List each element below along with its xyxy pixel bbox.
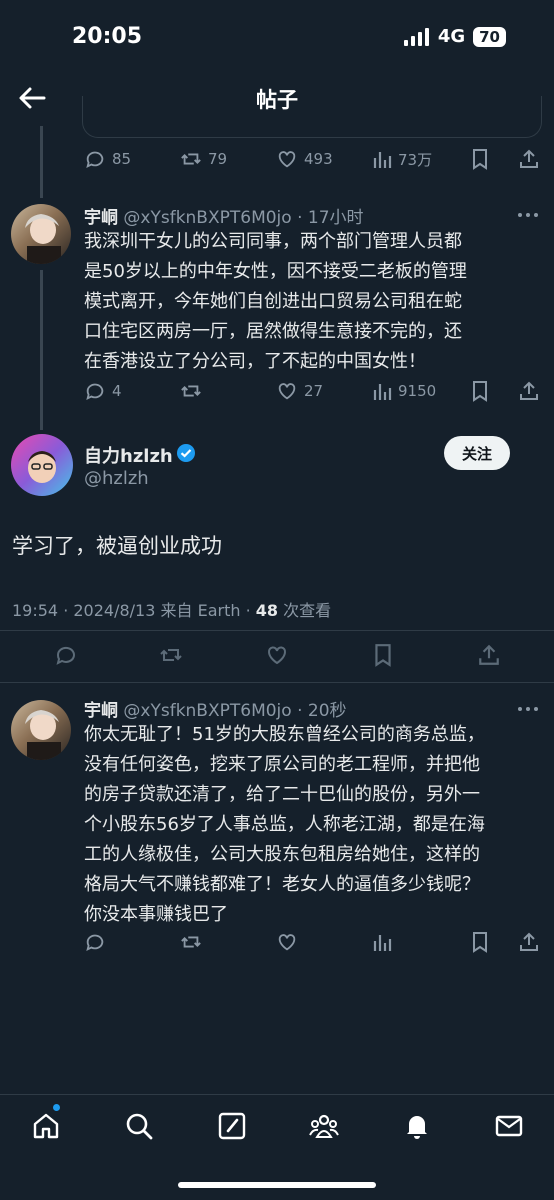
search-icon[interactable]	[124, 1111, 154, 1141]
text-line: 格局大气不赚钱都难了！老女人的逼值多少钱呢？	[84, 874, 480, 895]
retweet-icon	[181, 385, 201, 397]
divider	[0, 682, 554, 683]
text-line: 工的人缘极佳，公司大股东包租房给她住，这样的	[84, 844, 480, 865]
reply2-text: 你太无耻了！51岁的大股东曾经公司的商务总监， 没有任何姿色，挖来了原公司的老工…	[84, 720, 485, 930]
share-icon[interactable]	[518, 931, 540, 953]
communities-icon[interactable]	[309, 1111, 339, 1141]
text-line: 你没本事赚钱巴了	[84, 904, 228, 925]
reply1-header: 宇峒 @xYsfknBXPT6M0jo · 17小时	[84, 203, 364, 228]
reply-count: 85	[112, 150, 132, 168]
bookmark-icon[interactable]	[470, 148, 490, 170]
reply-icon	[86, 383, 104, 401]
status-indicators: 4G 70	[403, 26, 506, 47]
retweet-button[interactable]: 79	[180, 148, 227, 170]
thread-line	[40, 270, 43, 430]
main-tweet-name-row: 自力hzlzh	[84, 442, 173, 468]
thread-line	[40, 126, 43, 198]
heart-icon[interactable]	[265, 643, 289, 667]
retweet-icon	[181, 153, 201, 165]
status-time: 20:05	[72, 24, 143, 49]
text-line: 的房子贷款还清了，给了二十巴仙的股份，另外一	[84, 784, 480, 805]
more-options-icon[interactable]	[516, 697, 540, 721]
views-count: 73万	[398, 150, 433, 169]
like-count: 493	[304, 150, 333, 168]
retweet-button[interactable]	[180, 380, 202, 402]
reply-button[interactable]: 4	[84, 380, 122, 402]
heart-icon[interactable]	[276, 931, 298, 953]
user-handle-time[interactable]: @xYsfknBXPT6M0jo · 17小时	[123, 208, 363, 228]
retweet-count: 79	[208, 150, 228, 168]
home-icon[interactable]	[31, 1111, 61, 1141]
avatar[interactable]	[11, 204, 71, 264]
user-name[interactable]: 宇峒	[84, 701, 118, 721]
text-line: 个小股东56岁了人事总监，人称老江湖，都是在海	[84, 814, 485, 835]
signal-icon	[403, 27, 429, 46]
like-count: 27	[304, 382, 324, 400]
text-line: 是50岁以上的中年女性，因不接受二老板的管理	[84, 261, 467, 282]
retweet-icon[interactable]	[180, 931, 202, 953]
main-tweet-text: 学习了，被逼创业成功	[12, 534, 222, 558]
view-count: 48	[255, 601, 279, 620]
like-button[interactable]: 493	[276, 148, 333, 170]
new-content-indicator	[53, 1104, 60, 1111]
home-indicator[interactable]	[178, 1182, 376, 1188]
battery-level: 70	[473, 26, 506, 47]
divider	[0, 630, 554, 631]
reply-icon[interactable]	[84, 931, 106, 953]
reply-count: 4	[112, 382, 122, 400]
avatar[interactable]	[11, 434, 73, 496]
tweet-meta: 19:54 · 2024/8/13 来自 Earth · 48 次查看	[12, 597, 331, 621]
bookmark-icon[interactable]	[470, 380, 490, 402]
views-button[interactable]: 73万	[372, 148, 432, 170]
views-count: 9150	[398, 382, 437, 400]
avatar-portrait	[25, 214, 61, 264]
user-name[interactable]: 宇峒	[84, 208, 118, 228]
user-name[interactable]: 自力hzlzh	[84, 446, 173, 467]
user-handle-time[interactable]: @xYsfknBXPT6M0jo · 20秒	[123, 701, 346, 721]
share-icon[interactable]	[477, 643, 501, 667]
reply1-text: 我深圳干女儿的公司同事，两个部门管理人员都 是50岁以上的中年女性，因不接受二老…	[84, 227, 467, 377]
text-line: 没有任何姿色，挖来了原公司的老工程师，并把他	[84, 754, 480, 775]
share-icon[interactable]	[518, 148, 540, 170]
like-button[interactable]: 27	[276, 380, 323, 402]
avatar[interactable]	[11, 700, 71, 760]
heart-icon	[278, 151, 296, 168]
reply-icon[interactable]	[54, 643, 78, 667]
views-chart-icon[interactable]	[372, 931, 392, 953]
bookmark-icon[interactable]	[372, 643, 394, 667]
notifications-icon[interactable]	[402, 1111, 432, 1141]
views-chart-icon	[373, 152, 392, 168]
views-button[interactable]: 9150	[372, 380, 436, 402]
follow-button[interactable]: 关注	[444, 436, 510, 470]
user-handle[interactable]: @hzlzh	[84, 468, 149, 489]
views-chart-icon	[373, 384, 392, 400]
network-type: 4G	[437, 26, 466, 47]
reply-icon	[86, 151, 104, 169]
share-icon[interactable]	[518, 380, 540, 402]
more-options-icon[interactable]	[516, 203, 540, 227]
timestamp-source: 19:54 · 2024/8/13 来自 Earth ·	[12, 601, 256, 620]
retweet-icon[interactable]	[159, 643, 183, 667]
heart-icon	[278, 383, 296, 400]
text-line: 在香港设立了分公司，了不起的中国女性！	[84, 351, 426, 372]
view-label: 次查看	[278, 601, 332, 620]
bookmark-icon[interactable]	[470, 931, 490, 953]
status-bar: 20:05 4G 70	[0, 0, 554, 70]
avatar-portrait	[28, 451, 56, 483]
text-line: 口住宅区两房一厅，居然做得生意接不完的，还	[84, 321, 462, 342]
messages-icon[interactable]	[494, 1111, 524, 1141]
reply2-header: 宇峒 @xYsfknBXPT6M0jo · 20秒	[84, 696, 347, 721]
reply-button[interactable]: 85	[84, 148, 131, 170]
avatar-portrait	[25, 710, 61, 760]
text-line: 我深圳干女儿的公司同事，两个部门管理人员都	[84, 231, 462, 252]
verified-badge-icon	[177, 444, 195, 462]
text-line: 你太无耻了！51岁的大股东曾经公司的商务总监，	[84, 724, 485, 745]
previous-tweet-card[interactable]	[82, 96, 542, 138]
text-line: 模式离开，今年她们自创进出口贸易公司租在蛇	[84, 291, 462, 312]
compose-icon[interactable]	[217, 1111, 247, 1141]
